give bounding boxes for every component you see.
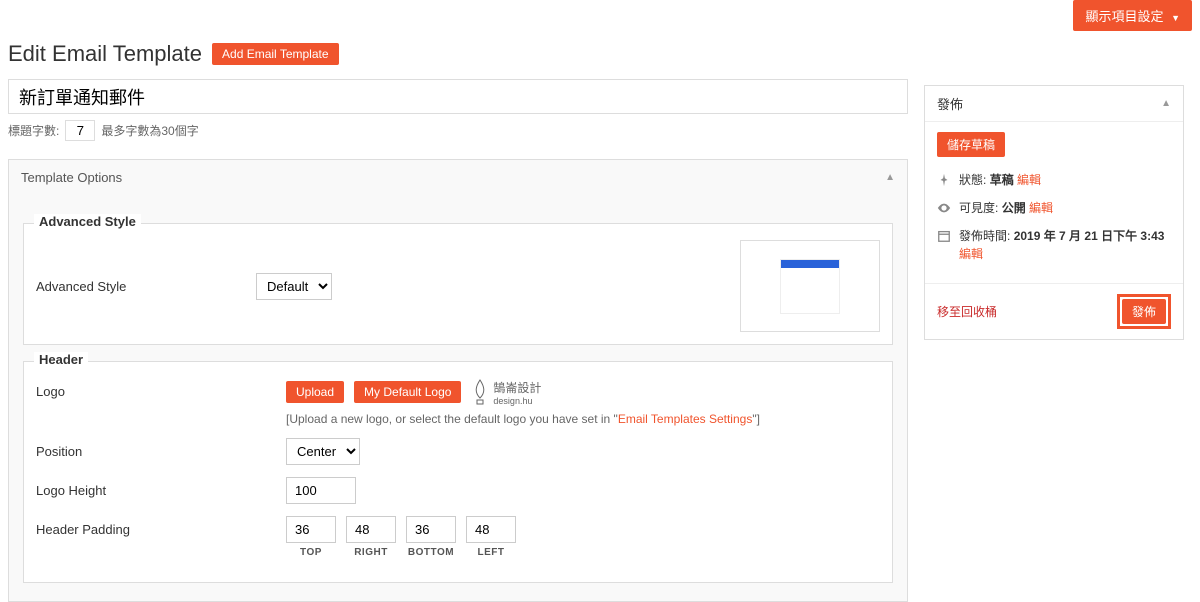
char-count-label: 標題字數: bbox=[8, 122, 59, 139]
padding-left-input[interactable] bbox=[466, 516, 516, 543]
advanced-style-legend: Advanced Style bbox=[34, 214, 141, 229]
publish-title: 發佈 bbox=[937, 94, 963, 113]
move-to-trash-link[interactable]: 移至回收桶 bbox=[937, 303, 997, 320]
header-legend: Header bbox=[34, 352, 88, 367]
advanced-style-select[interactable]: Default bbox=[256, 273, 332, 300]
padding-bottom-input[interactable] bbox=[406, 516, 456, 543]
char-max-label: 最多字數為30個字 bbox=[101, 122, 198, 139]
publish-collapse-icon: ▲ bbox=[1161, 98, 1171, 109]
save-draft-button[interactable]: 儲存草稿 bbox=[937, 132, 1005, 157]
collapse-icon: ▲ bbox=[885, 172, 895, 183]
caret-down-icon: ▼ bbox=[1171, 13, 1180, 23]
edit-visibility-link[interactable]: 編輯 bbox=[1029, 201, 1053, 215]
publish-button[interactable]: 發佈 bbox=[1122, 299, 1166, 324]
upload-button[interactable]: Upload bbox=[286, 381, 344, 403]
pin-icon bbox=[937, 173, 951, 187]
char-count-value bbox=[65, 120, 95, 141]
publish-panel-header[interactable]: 發佈 ▲ bbox=[925, 86, 1183, 122]
position-select[interactable]: Center bbox=[286, 438, 360, 465]
style-preview bbox=[740, 240, 880, 332]
logo-label: Logo bbox=[36, 378, 286, 399]
template-options-header[interactable]: Template Options ▲ bbox=[9, 160, 907, 195]
advanced-style-label: Advanced Style bbox=[36, 279, 256, 294]
header-padding-label: Header Padding bbox=[36, 516, 286, 537]
calendar-icon bbox=[937, 229, 951, 243]
add-template-button[interactable]: Add Email Template bbox=[212, 43, 339, 65]
padding-top-input[interactable] bbox=[286, 516, 336, 543]
position-label: Position bbox=[36, 444, 286, 459]
email-settings-link[interactable]: Email Templates Settings bbox=[618, 412, 753, 426]
template-options-title: Template Options bbox=[21, 170, 122, 185]
padding-right-input[interactable] bbox=[346, 516, 396, 543]
eye-icon bbox=[937, 201, 951, 215]
logo-height-input[interactable] bbox=[286, 477, 356, 504]
logo-hint: [Upload a new logo, or select the defaul… bbox=[286, 412, 880, 426]
display-settings-button[interactable]: 顯示項目設定 ▼ bbox=[1073, 0, 1192, 31]
default-logo-button[interactable]: My Default Logo bbox=[354, 381, 461, 403]
edit-time-link[interactable]: 編輯 bbox=[959, 247, 983, 261]
current-logo-preview: 鵠崙設計 design.hu bbox=[471, 378, 541, 406]
page-title: Edit Email Template bbox=[8, 41, 202, 67]
logo-height-label: Logo Height bbox=[36, 483, 286, 498]
template-title-input[interactable] bbox=[8, 79, 908, 114]
display-settings-label: 顯示項目設定 bbox=[1085, 9, 1163, 24]
edit-status-link[interactable]: 編輯 bbox=[1017, 173, 1041, 187]
